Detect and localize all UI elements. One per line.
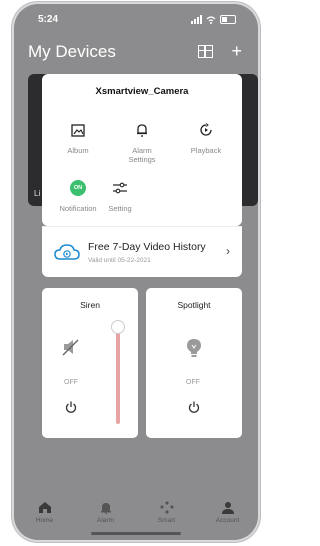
tab-alarm[interactable]: Alarm (81, 500, 131, 524)
account-icon (221, 500, 234, 514)
siren-slider-handle[interactable] (111, 320, 125, 334)
spotlight-title: Spotlight (177, 300, 211, 310)
alarm-settings-option[interactable]: Alarm Settings (112, 120, 172, 164)
tab-home[interactable]: Home (20, 500, 70, 524)
tab-home-label: Home (35, 517, 54, 524)
playback-option[interactable]: Playback (176, 120, 236, 155)
device-name: Xsmartview_Camera (95, 86, 189, 97)
setting-label: Setting (108, 204, 132, 213)
album-label: Album (67, 146, 89, 155)
status-icons (191, 15, 236, 24)
status-time: 5:24 (38, 14, 59, 25)
playback-label: Playback (190, 146, 222, 155)
notification-badge: ON (70, 180, 86, 196)
tab-account-label: Account (215, 517, 240, 524)
muted-speaker-icon (62, 339, 79, 356)
tab-smart-label: Smart (157, 517, 176, 524)
spotlight-state: OFF (186, 379, 200, 386)
image-icon (48, 120, 108, 140)
cloud-play-icon (54, 244, 80, 260)
page-title: My Devices (28, 42, 116, 61)
grid-view-icon[interactable] (198, 44, 214, 58)
alarm-settings-label: Alarm Settings (128, 146, 156, 164)
history-title: Free 7-Day Video History (88, 241, 206, 253)
device-menu-card: Xsmartview_Camera Album Alarm Settings P… (42, 74, 242, 226)
add-device-button[interactable]: + (231, 42, 242, 60)
tab-smart[interactable]: Smart (142, 500, 192, 524)
home-icon (38, 500, 52, 514)
smart-icon (159, 500, 174, 514)
phone-screen: 5:24 My Devices + Li Xsmartview_Camera A… (14, 4, 258, 540)
history-validity: Valid until 05-22-2021 (88, 257, 151, 264)
spotlight-panel: Spotlight OFF (146, 288, 242, 438)
bell-icon (112, 120, 172, 140)
sliders-icon (90, 178, 150, 198)
wifi-icon (206, 15, 216, 24)
video-history-banner[interactable]: Free 7-Day Video History Valid until 05-… (42, 226, 242, 277)
header-actions: + (198, 42, 242, 60)
siren-volume-slider[interactable] (116, 324, 120, 424)
tab-alarm-label: Alarm (97, 517, 114, 524)
battery-icon (220, 15, 236, 24)
light-bulb-icon (187, 339, 201, 357)
tile-label: Li (34, 189, 41, 198)
tab-account[interactable]: Account (203, 500, 253, 524)
siren-panel: Siren OFF (42, 288, 138, 438)
signal-icon (191, 15, 202, 24)
siren-power-button[interactable] (65, 401, 77, 413)
home-indicator (91, 532, 181, 535)
setting-option[interactable]: Setting (90, 178, 150, 213)
album-option[interactable]: Album (48, 120, 108, 155)
alarm-icon (100, 500, 112, 514)
siren-state: OFF (64, 379, 78, 386)
playback-icon (176, 120, 236, 140)
status-bar: 5:24 (14, 4, 258, 34)
spotlight-power-button[interactable] (188, 401, 200, 413)
chevron-right-icon: › (226, 244, 230, 258)
siren-title: Siren (80, 300, 100, 310)
